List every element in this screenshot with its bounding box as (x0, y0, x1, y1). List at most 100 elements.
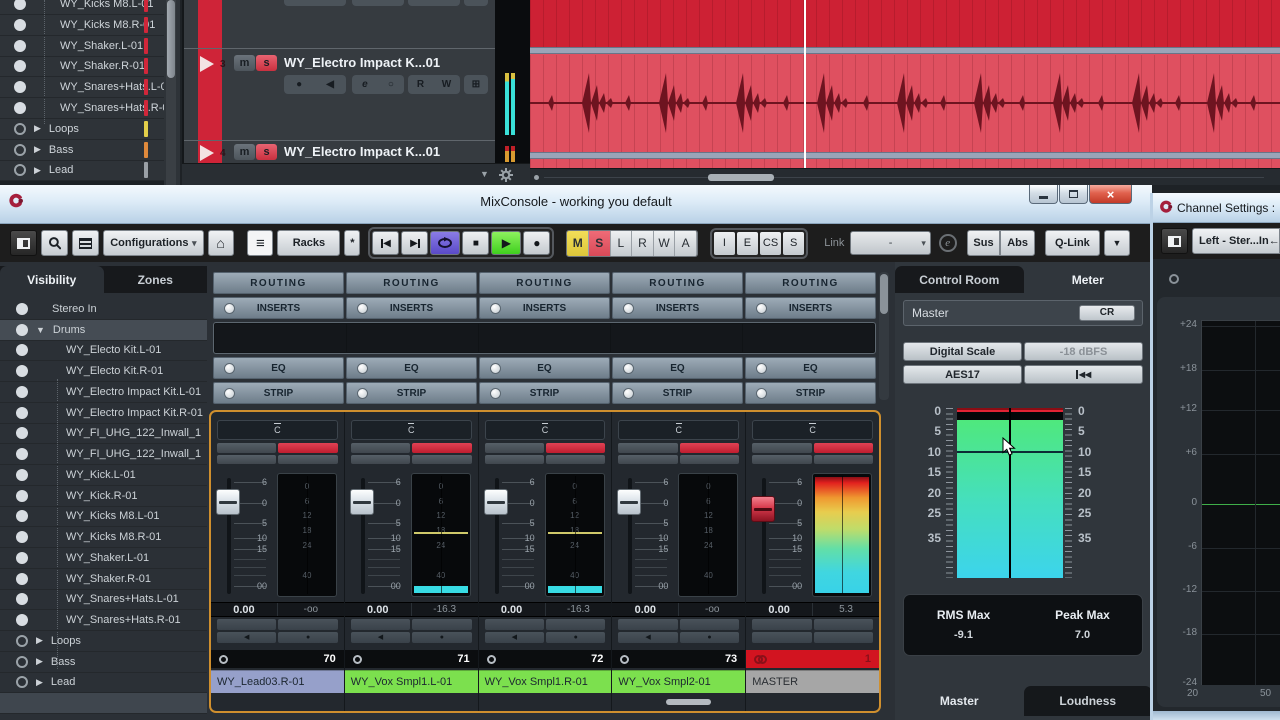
rack-settings-button[interactable]: ≡ (247, 230, 274, 256)
mute-filter-button[interactable]: M (567, 230, 589, 256)
visibility-row[interactable]: WY_Shaker.R-01 (0, 569, 207, 590)
channel-number-row[interactable]: 70 (211, 650, 344, 668)
visibility-row[interactable]: WY_Kicks M8.R-01 (0, 527, 207, 548)
sends-rack-button[interactable]: S (783, 231, 805, 255)
track-row[interactable]: WY_Kicks M8.L-01 (0, 0, 164, 15)
go-next-button[interactable]: ▶ (401, 231, 429, 255)
edit-icon[interactable]: e (362, 79, 368, 90)
track-row[interactable]: WY_Shaker.L-01 (0, 36, 164, 57)
eq-rack[interactable]: EQ (745, 357, 876, 379)
gear-icon[interactable] (498, 167, 514, 183)
listen-icon[interactable]: ○ (388, 79, 394, 90)
monitor-button[interactable]: ◀ (350, 632, 411, 643)
strip-rack[interactable]: STRIP (479, 382, 610, 404)
audio-clip-lane[interactable] (530, 55, 1280, 152)
pan-control[interactable]: C (618, 420, 740, 440)
tab-meter-master[interactable]: Master (895, 686, 1024, 716)
eq-rack[interactable]: EQ (612, 357, 743, 379)
visibility-dot-icon[interactable] (16, 593, 28, 606)
button-cell[interactable] (484, 619, 544, 630)
inserts-led-icon[interactable] (756, 302, 767, 314)
eq-rack[interactable]: EQ (479, 357, 610, 379)
racks-scrollbar[interactable] (879, 272, 889, 400)
mixconsole-titlebar[interactable]: MixConsole - working you default × (0, 185, 1152, 224)
visibility-row[interactable]: WY_Kick.L-01 (0, 465, 207, 486)
volume-fader[interactable] (617, 489, 642, 515)
track-title[interactable]: WY_Electro Impact K...01 (284, 55, 440, 70)
strip-rack[interactable]: STRIP (346, 382, 477, 404)
visibility-row[interactable]: WY_Electro Impact Kit.R-01 (0, 403, 207, 424)
tracklist-scrollbar[interactable] (166, 0, 176, 185)
expand-arrow-icon[interactable]: ▶ (36, 635, 43, 646)
inserts-led-icon[interactable] (623, 302, 634, 314)
visibility-row[interactable]: WY_Shaker.L-01 (0, 548, 207, 569)
visibility-dot-icon[interactable] (14, 164, 26, 177)
digital-scale-button[interactable]: Digital Scale (903, 342, 1022, 361)
fader-horizontal-scrollbar[interactable] (666, 699, 711, 705)
link-group-dropdown[interactable]: - ▾ (850, 231, 931, 255)
visibility-dot-icon[interactable] (16, 344, 28, 357)
visibility-dot-icon[interactable] (16, 427, 28, 440)
button-cell[interactable] (618, 619, 678, 630)
abs-button[interactable]: Abs (1000, 230, 1035, 256)
read-button[interactable]: R (417, 79, 424, 90)
monitor-button[interactable]: ◀ (618, 632, 678, 643)
link-edit-icon[interactable]: e (938, 234, 957, 252)
gain-value[interactable]: 0.00 (479, 603, 546, 616)
strip-rack[interactable]: STRIP (745, 382, 876, 404)
peak-max-value[interactable]: 7.0 (1023, 629, 1142, 641)
expand-arrow-icon[interactable]: ▶ (36, 656, 43, 667)
tab-meter-loudness[interactable]: Loudness (1023, 686, 1152, 716)
arrangement-area[interactable] (530, 0, 1280, 185)
qlink-button[interactable]: Q-Link (1044, 230, 1100, 256)
visibility-row-partial[interactable] (0, 693, 207, 714)
visibility-folder-row[interactable]: ▶ Bass (0, 652, 207, 673)
channel-number-row[interactable]: 72 (478, 650, 612, 668)
stop-button[interactable]: ■ (462, 231, 490, 255)
visibility-dot-icon[interactable] (16, 614, 28, 627)
inserts-rack[interactable]: INSERTS (612, 297, 743, 319)
sus-button[interactable]: Sus (966, 230, 1001, 256)
channel-number-row[interactable]: 71 (344, 650, 478, 668)
meter-peak-value[interactable]: 5.3 (813, 603, 879, 616)
listen-indicator[interactable] (546, 455, 606, 464)
inserts-led-icon[interactable] (357, 302, 368, 314)
scrollbar-thumb[interactable] (708, 174, 774, 181)
expand-arrow-icon[interactable]: ▶ (36, 677, 43, 688)
strip-rack[interactable]: STRIP (213, 382, 344, 404)
pan-control[interactable]: C (217, 420, 338, 440)
insert-slot[interactable] (347, 324, 478, 352)
visibility-dot-icon[interactable] (14, 102, 26, 114)
inserts-rack[interactable]: INSERTS (479, 297, 610, 319)
minimize-button[interactable] (1029, 185, 1058, 204)
routing-rack[interactable]: ROUTING (213, 272, 344, 294)
solo-filter-button[interactable]: S (589, 230, 611, 256)
channel-name[interactable]: WY_Vox Smpl1.R-01 (478, 670, 612, 693)
expand-arrow-icon[interactable]: ▶ (34, 144, 41, 155)
visibility-row[interactable]: WY_Kicks M8.L-01 (0, 507, 207, 528)
strip-led-icon[interactable] (224, 387, 235, 399)
monitor-button[interactable]: ◀ (217, 632, 277, 643)
insert-slot[interactable] (611, 324, 742, 352)
track-folder-row[interactable]: ▶ Loops (0, 119, 164, 140)
meter-peak-value[interactable]: -16.3 (412, 603, 478, 616)
track-folder-row[interactable]: ▶ Lead (0, 160, 164, 182)
pan-control[interactable]: C (752, 420, 873, 440)
button-cell[interactable] (679, 619, 740, 630)
channel-name[interactable]: WY_Lead03.R-01 (211, 670, 344, 693)
visibility-dot-icon[interactable] (16, 323, 28, 336)
record-enable-button[interactable]: ● (412, 632, 472, 643)
listen-indicator[interactable] (350, 455, 411, 464)
monitor-icon[interactable]: ◀ (326, 79, 334, 90)
racks-button[interactable]: Racks (277, 230, 341, 256)
track-row[interactable]: WY_Shaker.R-01 (0, 56, 164, 78)
visibility-dot-icon[interactable] (14, 60, 26, 73)
strip-led-icon[interactable] (756, 387, 767, 399)
find-channel-button[interactable] (40, 230, 69, 256)
channel-name[interactable]: WY_Vox Smpl1.L-01 (344, 670, 478, 693)
channel-filter-button[interactable] (72, 230, 100, 256)
button-cell[interactable] (813, 619, 873, 630)
meter-peak-value[interactable]: -16.3 (546, 603, 612, 616)
eq-led-icon[interactable] (623, 362, 634, 374)
eq-led-icon[interactable] (756, 362, 767, 374)
